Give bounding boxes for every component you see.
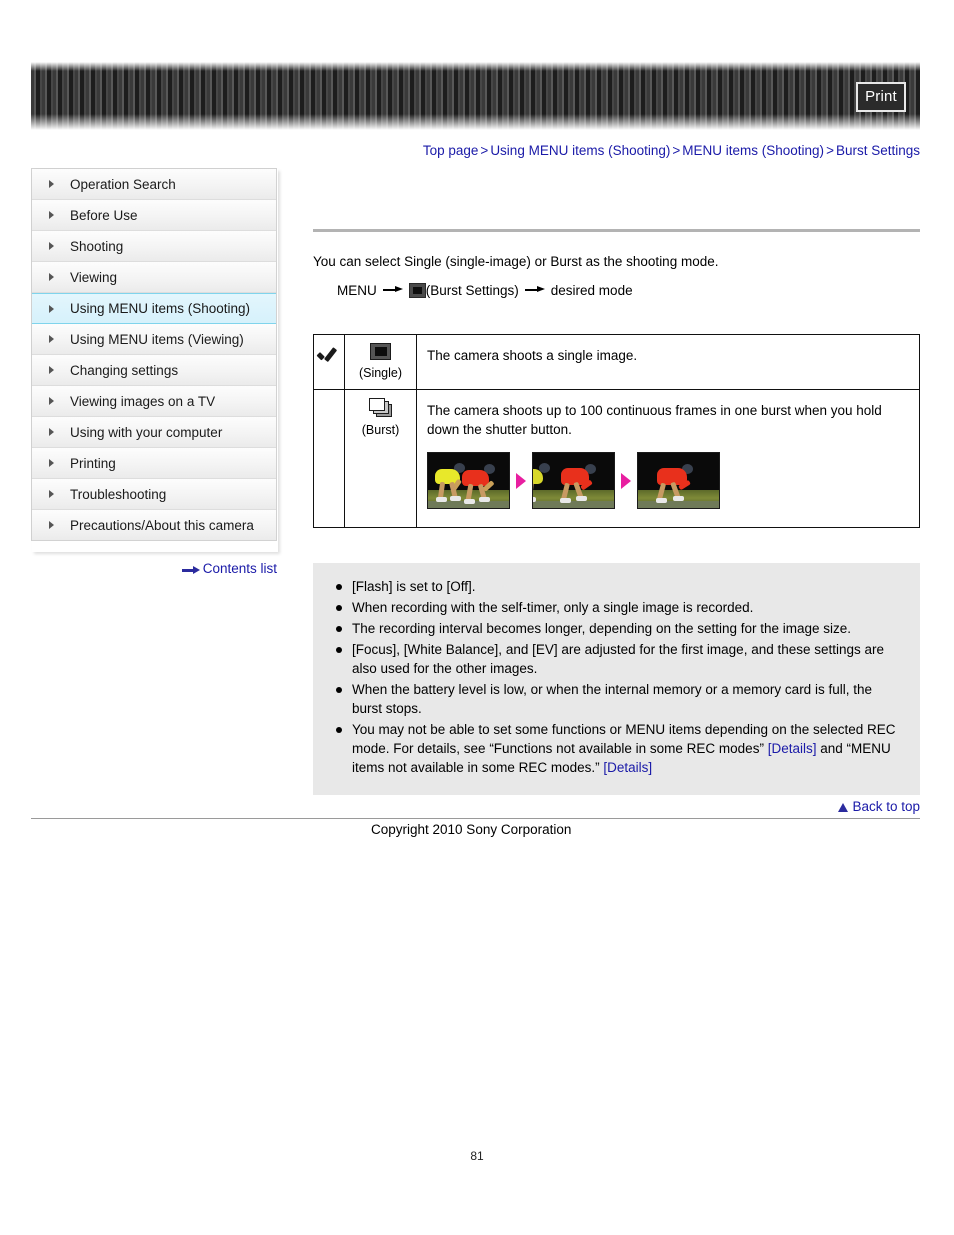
intro-paragraph: You can select Single (single-image) or … <box>313 254 719 269</box>
sidebar-item-shooting[interactable]: Shooting <box>32 231 276 262</box>
sidebar-item-using-with-your-computer[interactable]: Using with your computer <box>32 417 276 448</box>
description-cell-single: The camera shoots a single image. <box>416 334 920 390</box>
sidebar-item-label: Viewing <box>70 270 118 285</box>
table-row: (Single) The camera shoots a single imag… <box>313 334 920 390</box>
burst-photo-strip <box>427 452 907 509</box>
chevron-right-icon <box>49 397 54 405</box>
sidebar-item-label: Troubleshooting <box>70 487 167 502</box>
menu-path-instruction: MENU (Burst Settings) desired mode <box>337 281 633 301</box>
contents-list-link[interactable]: Contents list <box>203 561 277 576</box>
contents-list-link-wrapper: Contents list <box>31 561 277 576</box>
sidebar-item-label: Printing <box>70 456 116 471</box>
mode-cell-single: (Single) <box>344 334 417 390</box>
breadcrumb-item-using-menu-items-shooting[interactable]: Using MENU items (Shooting) <box>490 143 670 158</box>
burst-photo-frame-1 <box>427 452 510 509</box>
default-mode-check-cell-empty <box>313 389 345 528</box>
sequence-arrow-icon <box>621 472 631 489</box>
copyright-text: Copyright 2010 Sony Corporation <box>371 822 572 837</box>
arrow-right-icon <box>524 286 545 295</box>
content-divider <box>313 229 920 232</box>
sidebar-item-using-menu-items-viewing[interactable]: Using MENU items (Viewing) <box>32 324 276 355</box>
breadcrumb: Top page > Using MENU items (Shooting) > MEN… <box>312 143 920 158</box>
list-item: [Focus], [White Balance], and [EV] are a… <box>331 640 902 678</box>
burst-photo-frame-3 <box>637 452 720 509</box>
description-cell-burst: The camera shoots up to 100 continuous f… <box>416 389 920 528</box>
sidebar-item-label: Using with your computer <box>70 425 223 440</box>
arrow-right-icon <box>181 566 200 574</box>
page-number: 81 <box>470 1149 484 1163</box>
list-item: When the battery level is low, or when t… <box>331 680 902 718</box>
chevron-right-icon <box>49 304 54 313</box>
default-mode-check-cell <box>313 334 345 390</box>
shooting-mode-table: (Single) The camera shoots a single imag… <box>313 334 920 528</box>
sidebar-item-before-use[interactable]: Before Use <box>32 200 276 231</box>
sidebar-item-changing-settings[interactable]: Changing settings <box>32 355 276 386</box>
sidebar-navigation: Operation Search Before Use Shooting Vie… <box>31 168 277 541</box>
arrow-right-icon <box>382 286 403 295</box>
sidebar-item-label: Precautions/About this camera <box>70 518 254 533</box>
sidebar-item-operation-search[interactable]: Operation Search <box>32 169 276 200</box>
print-button[interactable]: Print <box>856 82 906 112</box>
sequence-arrow-icon <box>516 472 526 489</box>
sidebar-item-label: Operation Search <box>70 177 176 192</box>
burst-photo-frame-2 <box>532 452 615 509</box>
chevron-right-icon <box>49 459 54 467</box>
sidebar-item-label: Shooting <box>70 239 124 254</box>
mode-label-single: (Single) <box>358 366 403 380</box>
chevron-right-icon <box>49 490 54 498</box>
notes-list: [Flash] is set to [Off]. When recording … <box>331 577 902 777</box>
chevron-right-icon <box>49 180 54 188</box>
chevron-right-icon <box>49 521 54 529</box>
breadcrumb-separator: > <box>480 143 489 158</box>
breadcrumb-item-burst-settings[interactable]: Burst Settings <box>836 143 920 158</box>
sidebar-item-label: Changing settings <box>70 363 179 378</box>
sidebar-item-printing[interactable]: Printing <box>32 448 276 479</box>
checkmark-icon <box>320 347 338 360</box>
back-to-top-link[interactable]: Back to top <box>852 799 920 814</box>
burst-frames-icon <box>347 398 414 421</box>
sidebar-item-precautions-about-this-camera[interactable]: Precautions/About this camera <box>32 510 276 541</box>
single-frame-icon <box>347 343 414 364</box>
menu-path-suffix: desired mode <box>550 283 633 298</box>
description-text-burst: The camera shoots up to 100 continuous f… <box>427 403 882 437</box>
list-item: When recording with the self-timer, only… <box>331 598 902 617</box>
list-item: [Flash] is set to [Off]. <box>331 577 902 596</box>
chevron-right-icon <box>49 242 54 250</box>
triangle-up-icon <box>838 803 849 812</box>
menu-path-icon-label: (Burst Settings) <box>425 283 519 298</box>
breadcrumb-item-top-page[interactable]: Top page <box>423 143 479 158</box>
sidebar-item-troubleshooting[interactable]: Troubleshooting <box>32 479 276 510</box>
mode-label-burst: (Burst) <box>361 423 400 437</box>
chevron-right-icon <box>49 428 54 436</box>
sidebar-item-label: Before Use <box>70 208 138 223</box>
sidebar-item-viewing[interactable]: Viewing <box>32 262 276 293</box>
chevron-right-icon <box>49 335 54 343</box>
list-item: The recording interval becomes longer, d… <box>331 619 902 638</box>
header-banner: Print <box>31 62 920 130</box>
chevron-right-icon <box>49 366 54 374</box>
sidebar-item-using-menu-items-shooting[interactable]: Using MENU items (Shooting) <box>32 293 276 324</box>
breadcrumb-separator: > <box>672 143 681 158</box>
menu-path-prefix: MENU <box>337 283 377 298</box>
back-to-top-wrapper: Back to top <box>313 799 920 814</box>
details-link-functions[interactable]: [Details] <box>768 741 817 756</box>
table-row: (Burst) The camera shoots up to 100 cont… <box>313 389 920 528</box>
mode-cell-burst: (Burst) <box>344 389 417 528</box>
chevron-right-icon <box>49 211 54 219</box>
sidebar-item-viewing-images-on-a-tv[interactable]: Viewing images on a TV <box>32 386 276 417</box>
details-link-menu-items[interactable]: [Details] <box>603 760 652 775</box>
sidebar-item-label: Viewing images on a TV <box>70 394 216 409</box>
breadcrumb-item-menu-items-shooting[interactable]: MENU items (Shooting) <box>682 143 824 158</box>
sidebar-item-label: Using MENU items (Shooting) <box>70 301 251 316</box>
burst-settings-icon <box>408 283 426 298</box>
chevron-right-icon <box>49 273 54 281</box>
notes-box: [Flash] is set to [Off]. When recording … <box>313 563 920 795</box>
breadcrumb-separator: > <box>826 143 834 158</box>
list-item: You may not be able to set some function… <box>331 720 902 777</box>
footer-divider <box>31 818 920 819</box>
sidebar-item-label: Using MENU items (Viewing) <box>70 332 244 347</box>
